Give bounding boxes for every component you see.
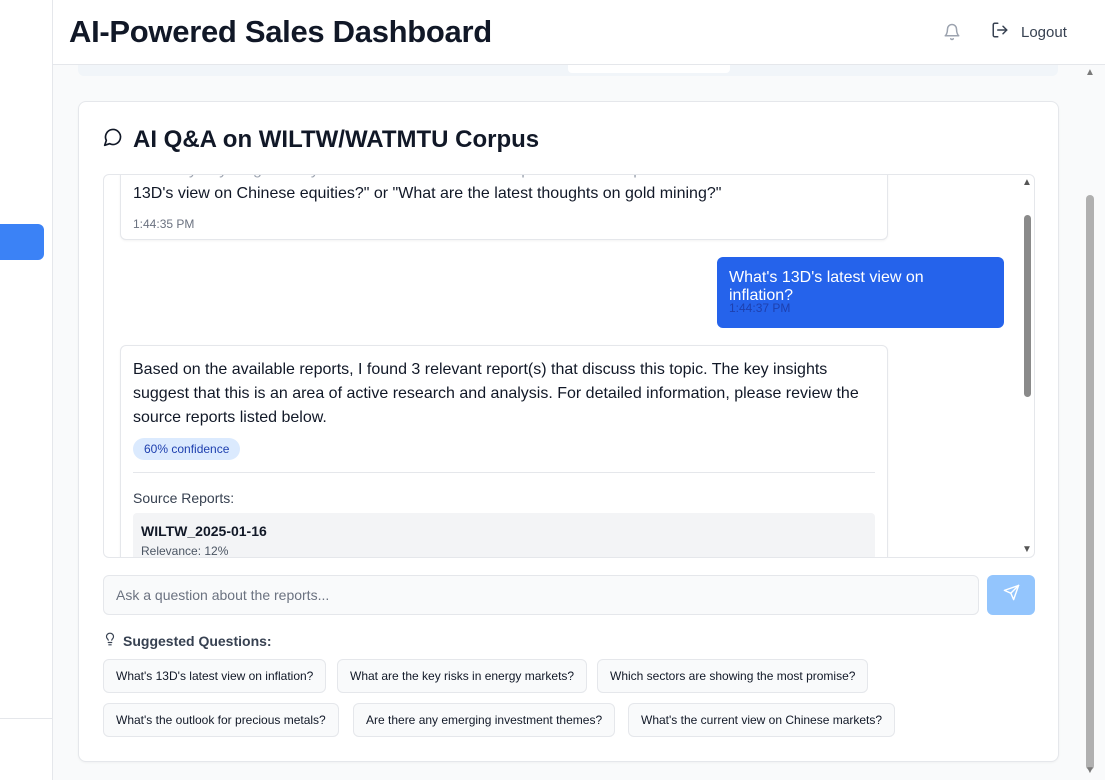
assistant-message: ...ask my anything about your WILTW and … bbox=[120, 175, 888, 240]
qa-card-title: AI Q&A on WILTW/WATMTU Corpus bbox=[103, 126, 539, 154]
main-scrollbar[interactable]: ▲ ▼ bbox=[1084, 65, 1098, 780]
suggestion-chip[interactable]: What are the key risks in energy markets… bbox=[337, 659, 588, 693]
message-timestamp: 1:44:35 PM bbox=[133, 217, 195, 231]
page-title: AI-Powered Sales Dashboard bbox=[69, 14, 492, 49]
source-report-item[interactable]: WILTW_2025-01-16 Relevance: 12% bbox=[133, 513, 875, 558]
bell-icon[interactable] bbox=[943, 23, 961, 41]
qa-title-text: AI Q&A on WILTW/WATMTU Corpus bbox=[133, 126, 540, 153]
assistant-message: Based on the available reports, I found … bbox=[120, 345, 888, 558]
message-text-cut: ...ask my anything about your WILTW and … bbox=[133, 175, 875, 182]
qa-card: AI Q&A on WILTW/WATMTU Corpus ...ask my … bbox=[78, 101, 1059, 762]
chat-scrollbar[interactable]: ▲ ▼ bbox=[1020, 175, 1034, 557]
message-text: What's 13D's latest view on inflation? bbox=[729, 269, 924, 304]
suggestion-chip[interactable]: What's 13D's latest view on inflation? bbox=[103, 659, 327, 693]
question-input[interactable] bbox=[103, 575, 979, 615]
chat-scroll-up-arrow[interactable]: ▲ bbox=[1022, 177, 1032, 188]
source-report-relevance: Relevance: 12% bbox=[141, 544, 229, 558]
sidebar bbox=[0, 0, 53, 780]
send-icon bbox=[1003, 584, 1020, 606]
suggestion-chip[interactable]: Are there any emerging investment themes… bbox=[353, 703, 616, 737]
main-scrollbar-thumb[interactable] bbox=[1086, 195, 1094, 770]
sidebar-active-item[interactable] bbox=[0, 224, 44, 260]
logout-icon bbox=[991, 21, 1009, 43]
logout-button[interactable]: Logout bbox=[991, 20, 1067, 44]
suggested-questions-title: Suggested Questions: bbox=[103, 632, 272, 649]
scroll-down-arrow[interactable]: ▼ bbox=[1085, 765, 1095, 776]
divider bbox=[133, 472, 875, 473]
suggestion-chip[interactable]: What's the current view on Chinese marke… bbox=[628, 703, 896, 737]
source-reports-title: Source Reports: bbox=[133, 490, 235, 506]
top-header: AI-Powered Sales Dashboard Logout bbox=[53, 0, 1105, 65]
chat-scroll-down-arrow[interactable]: ▼ bbox=[1022, 544, 1032, 555]
suggestion-chip[interactable]: Which sectors are showing the most promi… bbox=[597, 659, 869, 693]
message-text: Based on the available reports, I found … bbox=[133, 361, 859, 426]
chat-scrollbar-thumb[interactable] bbox=[1024, 215, 1031, 397]
suggested-questions-label: Suggested Questions: bbox=[123, 632, 272, 649]
sidebar-divider bbox=[0, 718, 52, 719]
suggestion-chip[interactable]: What's the outlook for precious metals? bbox=[103, 703, 339, 737]
user-message: What's 13D's latest view on inflation? 1… bbox=[717, 257, 1004, 328]
scroll-up-arrow[interactable]: ▲ bbox=[1085, 67, 1095, 78]
confidence-badge: 60% confidence bbox=[133, 438, 241, 460]
send-button[interactable] bbox=[987, 575, 1035, 615]
message-circle-icon bbox=[103, 126, 123, 154]
message-text: 13D's view on Chinese equities?" or "Wha… bbox=[133, 185, 722, 202]
source-report-name: WILTW_2025-01-16 bbox=[141, 523, 267, 539]
message-timestamp: 1:44:37 PM bbox=[729, 301, 791, 315]
lightbulb-icon bbox=[103, 632, 117, 649]
chat-messages[interactable]: ...ask my anything about your WILTW and … bbox=[103, 174, 1035, 558]
logout-label: Logout bbox=[1021, 23, 1067, 41]
